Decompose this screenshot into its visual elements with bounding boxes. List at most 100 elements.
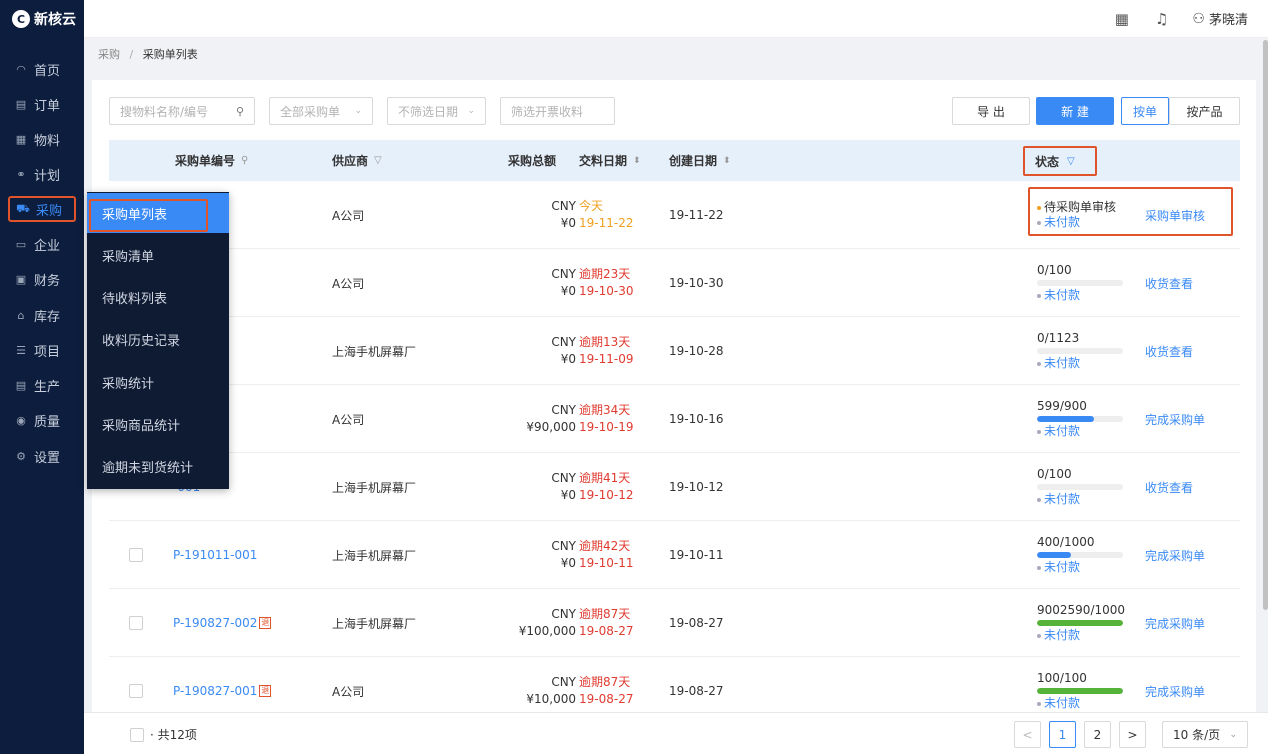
app-logo[interactable]: C 新核云: [0, 0, 84, 38]
table-row[interactable]: -001上海手机屏幕厂CNY¥0逾期41天19-10-1219-10-120/1…: [109, 453, 1240, 521]
payment-dot: [1037, 633, 1041, 638]
page-size-value: 10 条/页: [1173, 728, 1221, 742]
select-all-checkbox[interactable]: [130, 728, 144, 742]
table-row[interactable]: -001A公司CNY¥90,000逾期34天19-10-1919-10-1659…: [109, 385, 1240, 453]
sidebar-item-6[interactable]: ▣ 财务: [8, 266, 76, 292]
order-code-link[interactable]: P-191011-001: [173, 521, 257, 589]
row-action-link[interactable]: 完成采购单: [1145, 589, 1205, 657]
received-count: 0/1123: [1037, 331, 1080, 345]
row-action-link[interactable]: 收货查看: [1145, 249, 1193, 317]
col-delivery-label: 交料日期: [579, 154, 628, 168]
sidebar-item-11[interactable]: ⚙ 设置: [8, 443, 76, 469]
sidebar-item-label: 库存: [34, 309, 61, 325]
sidebar-item-5[interactable]: ▭ 企业: [8, 231, 76, 257]
sidebar-item-8[interactable]: ☰ 项目: [8, 337, 76, 363]
row-checkbox[interactable]: [129, 548, 143, 562]
payment-status: 未付款: [1037, 560, 1080, 575]
delivery-label: 逾期41天: [579, 471, 631, 485]
table-row[interactable]: P-190827-002 退 上海手机屏幕厂 CNY ¥100,000 逾期87天 19-0…: [109, 589, 1240, 657]
col-supplier: 供应商 ▽: [332, 140, 382, 181]
submenu-item-2[interactable]: 待收料列表: [87, 278, 229, 318]
submenu-item-6[interactable]: 逾期未到货统计: [87, 447, 229, 487]
payment-label: 未付款: [1044, 560, 1081, 574]
sidebar-item-3[interactable]: ⚭ 计划: [8, 161, 76, 187]
user-menu[interactable]: ⚇ 茅晓清: [1192, 9, 1248, 29]
filter-icon[interactable]: ▽: [374, 155, 382, 166]
by-product-toggle[interactable]: 按产品: [1169, 97, 1240, 125]
col-supplier-label: 供应商: [332, 154, 369, 168]
breadcrumb-parent[interactable]: 采购: [98, 48, 120, 61]
delivery-date-value: 19-10-11: [579, 556, 634, 570]
col-delivery[interactable]: 交料日期 ⬍: [579, 140, 641, 181]
currency: CNY: [551, 471, 576, 485]
sidebar: C 新核云 ◠ 首页 ▤ 订单 ▦ 物料 ⚭ 计划 ⛟ 采购 ▭ 企业 ▣ 财务 ⌂ 库存 ☰ 项目 ▤ 生产 ◉ 质量 ⚙…: [0, 0, 84, 754]
search-icon[interactable]: ⚲: [241, 155, 248, 166]
page-2-button[interactable]: 2: [1084, 721, 1111, 748]
search-input[interactable]: 搜物料名称/编号 ⚲: [109, 97, 255, 125]
submenu-item-5[interactable]: 采购商品统计: [87, 405, 229, 445]
amount: CNY ¥100,000: [489, 589, 576, 657]
col-created[interactable]: 创建日期 ⬍: [669, 140, 731, 181]
delivery-date-value: 19-10-12: [579, 488, 634, 502]
table-row[interactable]: -001A公司CNY¥0逾期23天19-10-3019-10-300/100未付…: [109, 249, 1240, 317]
created-date: 19-10-12: [669, 480, 724, 494]
date-filter-select[interactable]: 不筛选日期 ⌄: [387, 97, 486, 125]
page-1-button[interactable]: 1: [1049, 721, 1076, 748]
submenu-item-1[interactable]: 采购清单: [87, 235, 229, 275]
order-type-select[interactable]: 全部采购单 ⌄: [269, 97, 373, 125]
row-action-link[interactable]: 收货查看: [1145, 317, 1193, 385]
export-button[interactable]: 导 出: [952, 97, 1030, 125]
submenu-item-3[interactable]: 收料历史记录: [87, 320, 229, 360]
new-button[interactable]: 新 建: [1036, 97, 1114, 125]
status-cell: 0/100 未付款: [1037, 249, 1147, 317]
status-cell: 599/900 未付款: [1037, 385, 1147, 453]
nav-icon: ⚭: [16, 167, 26, 181]
sidebar-item-2[interactable]: ▦ 物料: [8, 126, 76, 152]
amount: CNY ¥0: [489, 249, 576, 317]
sidebar-item-10[interactable]: ◉ 质量: [8, 407, 76, 433]
amount-value: ¥0: [560, 284, 576, 298]
sidebar-item-7[interactable]: ⌂ 库存: [8, 302, 76, 328]
row-checkbox[interactable]: [129, 684, 143, 698]
invoice-filter-input[interactable]: 筛选开票收料: [500, 97, 615, 125]
sort-icon[interactable]: ⬍: [633, 156, 641, 166]
sidebar-item-label: 项目: [34, 344, 61, 360]
sidebar-item-9[interactable]: ▤ 生产: [8, 372, 76, 398]
row-action-link[interactable]: 完成采购单: [1145, 521, 1205, 589]
sidebar-item-1[interactable]: ▤ 订单: [8, 91, 76, 117]
table-row[interactable]: -001上海手机屏幕厂CNY¥0逾期13天19-11-0919-10-280/1…: [109, 317, 1240, 385]
row-action-link[interactable]: 完成采购单: [1145, 385, 1205, 453]
sidebar-item-0[interactable]: ◠ 首页: [8, 56, 76, 82]
page-size-select[interactable]: 10 条/页 ⌄: [1162, 721, 1248, 748]
delivery-label: 逾期13天: [579, 335, 631, 349]
page-scrollbar[interactable]: [1263, 40, 1268, 610]
payment-dot: [1037, 361, 1041, 366]
status-cell: 0/1123 未付款: [1037, 317, 1147, 385]
amount-value: ¥10,000: [526, 692, 576, 706]
row-checkbox[interactable]: [129, 616, 143, 630]
currency: CNY: [551, 675, 576, 689]
breadcrumb-current: 采购单列表: [142, 48, 198, 61]
currency: CNY: [551, 607, 576, 621]
bell-icon[interactable]: ♫: [1155, 10, 1168, 28]
user-icon: ⚇: [1192, 10, 1205, 27]
receive-progress-fill: [1037, 416, 1095, 422]
sidebar-item-label: 采购: [36, 203, 63, 219]
table-row[interactable]: P-191011-001 上海手机屏幕厂 CNY ¥0 逾期42天 19-10-11 19-…: [109, 521, 1240, 589]
delivery-date: 逾期13天 19-11-09: [579, 317, 633, 385]
prev-page-button[interactable]: <: [1014, 721, 1041, 748]
sort-icon[interactable]: ⬍: [723, 156, 731, 166]
amount: CNY ¥0: [489, 453, 576, 521]
filter-icon[interactable]: ▽: [1067, 156, 1075, 167]
qr-code-icon[interactable]: ▦: [1115, 10, 1129, 28]
delivery-date: 逾期34天 19-10-19: [579, 385, 633, 453]
next-page-button[interactable]: >: [1119, 721, 1146, 748]
payment-status: 未付款: [1037, 628, 1080, 643]
order-code-link[interactable]: P-190827-002 退: [173, 589, 272, 657]
row-action-link[interactable]: 收货查看: [1145, 453, 1193, 521]
submenu-item-4[interactable]: 采购统计: [87, 362, 229, 402]
by-order-toggle[interactable]: 按单: [1121, 97, 1169, 125]
col-code: 采购单编号 ⚲: [175, 140, 248, 181]
sidebar-item-4[interactable]: ⛟ 采购: [8, 196, 76, 222]
receive-progress: [1037, 416, 1123, 422]
